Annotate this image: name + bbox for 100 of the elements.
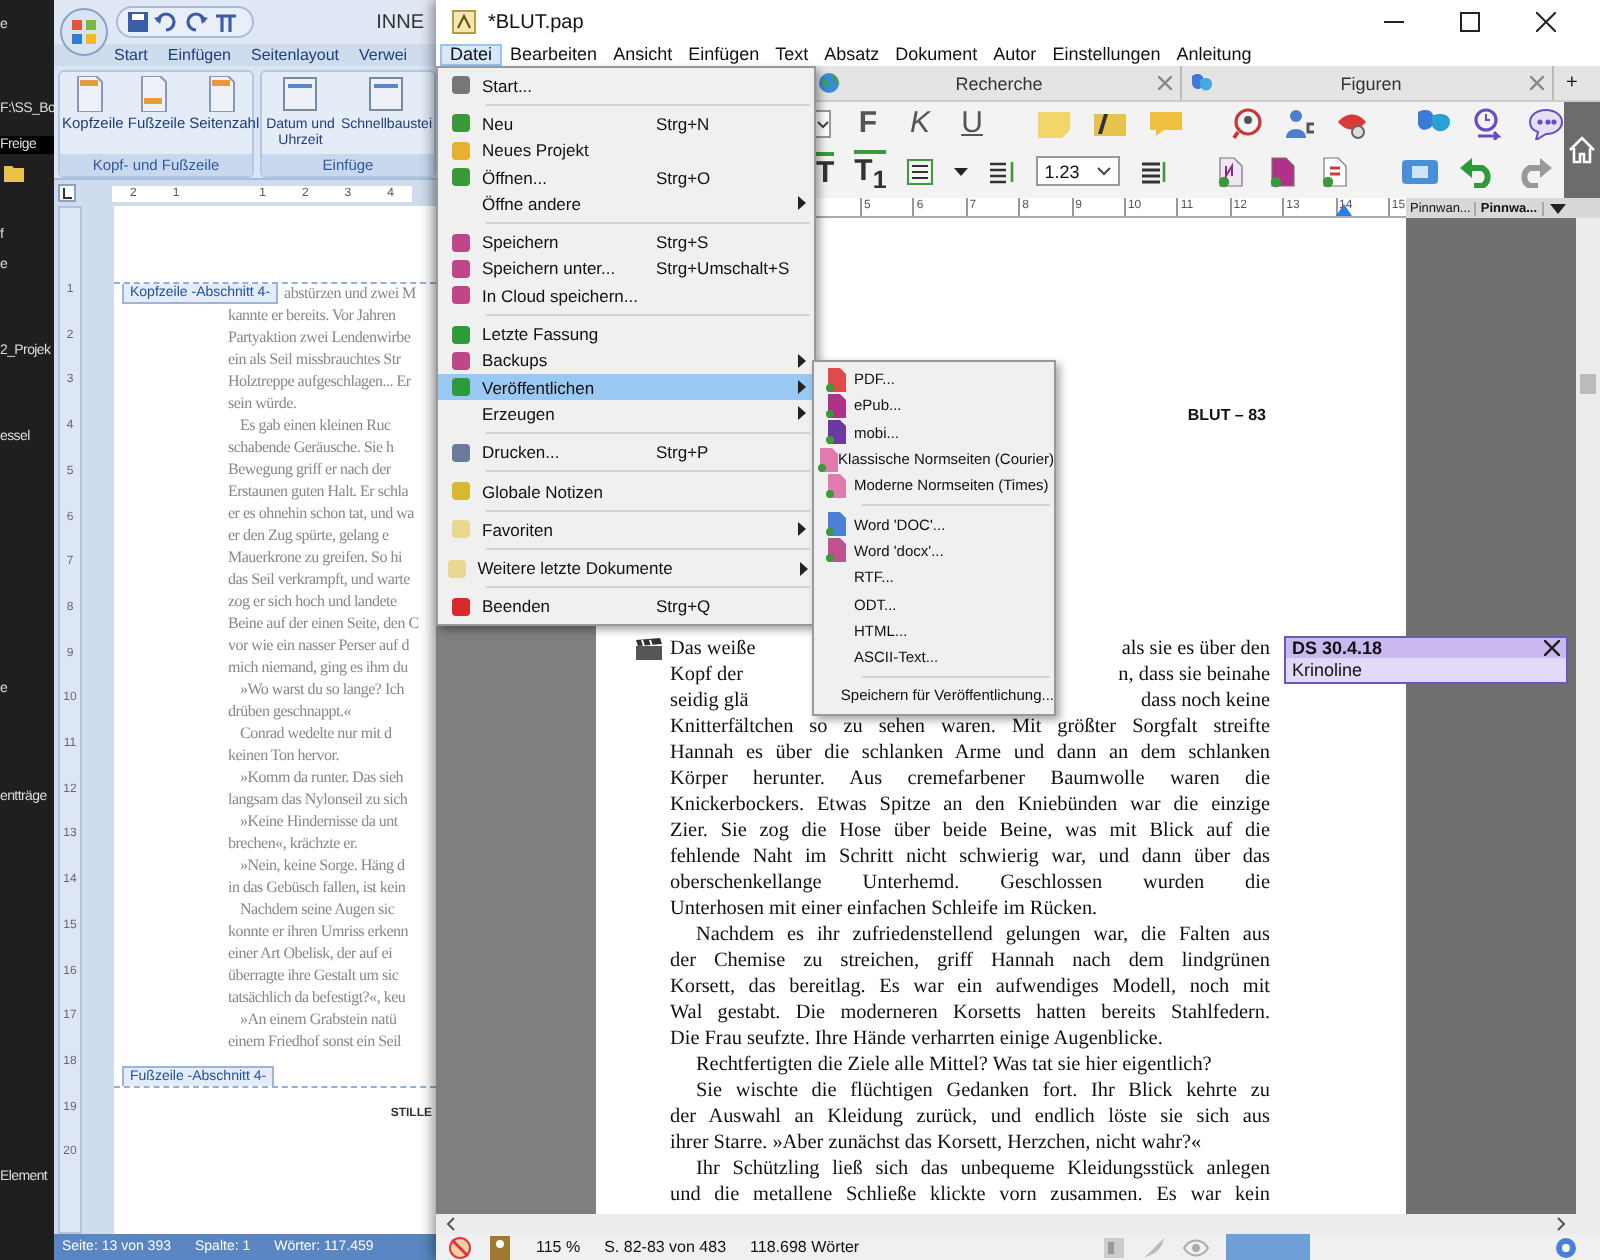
word-count: 118.698 Wörter <box>750 1238 860 1256</box>
menu-item[interactable]: Bearbeiten <box>502 44 606 66</box>
ribbon-tab[interactable]: Verwei <box>359 46 408 64</box>
window-title: INNE <box>376 11 424 33</box>
pdf-document-icon[interactable] <box>1319 155 1352 188</box>
menu-item[interactable]: Beenden Strg+Q <box>438 593 814 621</box>
vertical-scrollbar[interactable] <box>1576 218 1600 1214</box>
menu-item[interactable]: Datei <box>440 44 503 66</box>
menu-item[interactable]: Anleitung <box>1168 44 1260 66</box>
submenu-arrow-icon <box>799 561 808 576</box>
ribbon-tab[interactable]: Einfügen <box>167 46 231 64</box>
undo-icon[interactable] <box>1459 155 1496 188</box>
maximize-icon[interactable] <box>1460 12 1480 32</box>
scroll-right-icon[interactable] <box>1556 1216 1568 1232</box>
paragraph-spacing-icon[interactable] <box>1139 157 1168 186</box>
menu-item[interactable]: Drucken... Strg+P <box>438 439 814 466</box>
pi-icon[interactable] <box>214 12 242 32</box>
close-icon[interactable] <box>1536 12 1556 32</box>
caret-icon[interactable] <box>954 165 969 178</box>
menu-item[interactable]: Weitere letzte Dokumente <box>438 554 814 582</box>
document-icon[interactable] <box>1215 155 1248 188</box>
ribbon-tab[interactable]: Seitenlayout <box>251 46 340 64</box>
menu-item-icon <box>449 441 471 464</box>
redo-icon[interactable] <box>184 12 208 32</box>
redo-icon[interactable] <box>1515 155 1552 188</box>
scroll-left-icon[interactable] <box>444 1216 456 1232</box>
panel-tab[interactable]: Figuren <box>1182 66 1554 100</box>
line-spacing-dropdown[interactable]: 1.23 <box>1036 156 1120 187</box>
text-line: tatsächlich da befestigt?«, keu <box>228 986 408 1008</box>
screen-icon[interactable] <box>1399 155 1440 188</box>
menu-item-icon <box>449 323 471 346</box>
window-title: *BLUT.pap <box>488 11 584 33</box>
dropdown-arrow-icon[interactable] <box>816 109 832 138</box>
menu-item[interactable]: Globale Notizen <box>438 477 814 505</box>
text-line: abstürzen und zwei M <box>284 282 416 304</box>
format-button[interactable]: K <box>904 106 936 141</box>
text-line: Beine auf der einen Seite, den C <box>228 612 421 634</box>
menu-item[interactable]: Speichern Strg+S <box>438 228 814 256</box>
menu-item[interactable]: Neu Strg+N <box>438 110 814 138</box>
dropdown-arrow-icon[interactable] <box>1547 198 1568 218</box>
menu-item[interactable]: Einstellungen <box>1044 44 1169 66</box>
menu-item[interactable]: Favoriten <box>438 516 814 543</box>
ribbon-tab[interactable]: Start <box>114 46 148 64</box>
undo-icon[interactable] <box>154 12 178 32</box>
text-line: Knickerbockers. Etwas Spitze an den Kniebünden war die einzige <box>670 792 1270 818</box>
menu-item[interactable]: Öffnen... Strg+O <box>438 163 814 191</box>
menu-item[interactable]: Absatz <box>816 44 888 66</box>
text-line: in das Gebüsch fallen, ist kein <box>228 876 408 898</box>
document-icon[interactable] <box>1267 155 1300 188</box>
line-spacing-icon[interactable] <box>988 157 1017 186</box>
note-text: Krinoline <box>1290 658 1365 682</box>
menu-item[interactable]: Erzeugen <box>438 400 814 428</box>
format-button[interactable]: F <box>852 106 884 141</box>
person-clock-icon[interactable] <box>1472 107 1508 140</box>
menu-item[interactable]: Dokument <box>887 44 986 66</box>
text-line: »Wo warst du so lange? Ich <box>238 678 406 700</box>
text-line: Holztreppe aufgeschlagen... Er <box>228 370 413 392</box>
menu-item[interactable]: Letzte Fassung <box>438 320 814 348</box>
text-fragment: Kopf der <box>670 662 743 688</box>
horizontal-scrollbar[interactable] <box>436 1214 1600 1234</box>
home-button[interactable] <box>1564 102 1600 198</box>
format-button[interactable]: U <box>956 106 988 141</box>
text-line: und die metallene Schließe klickte vorn zusammen. Es war kein <box>670 1182 1270 1208</box>
menu-item[interactable]: Ansicht <box>605 44 681 66</box>
save-icon[interactable] <box>128 12 148 32</box>
align-icon[interactable] <box>906 157 935 186</box>
menu-item-icon <box>449 349 471 372</box>
text-line: Rechtfertigten die Ziele alle Mittel? Was tat sie hier eigentlich? <box>694 1052 1214 1078</box>
clapperboard-icon <box>636 638 662 660</box>
menu-item-icon <box>446 557 469 580</box>
text-line: Conrad wedelte nur mit d <box>238 722 394 744</box>
menu-item[interactable]: In Cloud speichern... <box>438 282 814 309</box>
text-line: »Keine Hindernisse da unt <box>238 810 400 832</box>
close-icon[interactable] <box>1544 640 1560 656</box>
menu-item[interactable]: Autor <box>985 44 1045 66</box>
menu-item[interactable]: Veröffentlichen <box>438 373 814 401</box>
text-line: sein würde. <box>228 392 299 414</box>
text-line: schabende Geräusche. Sie h <box>228 436 396 458</box>
speech-bubble-icon[interactable] <box>1528 107 1564 140</box>
add-tab-button[interactable]: + <box>1566 72 1578 94</box>
no-entry-icon[interactable] <box>448 1235 472 1259</box>
text-line: oberschenkellange Unterhemd. Geschlossen wurden die <box>670 870 1270 896</box>
document-icon <box>823 420 845 445</box>
office-button-icon[interactable] <box>60 8 108 56</box>
menu-item[interactable]: Start... <box>438 72 814 99</box>
text-fragment: seidig glä <box>670 688 749 714</box>
tab-stop-icon[interactable] <box>58 184 76 202</box>
person-icon[interactable] <box>1284 107 1316 140</box>
menu-item-icon <box>449 518 471 541</box>
search-person-icon[interactable] <box>1232 107 1264 140</box>
style-button[interactable]: T$_{1}$ <box>854 149 887 194</box>
menu-item[interactable]: Backups <box>438 347 814 374</box>
menu-item[interactable]: Speichern unter... Strg+Umschalt+S <box>438 255 814 283</box>
text-line: der Chemise zu streichen, griff Hannah nach dem lindgrünen <box>670 948 1270 974</box>
globe-icon <box>818 72 840 94</box>
menu-item[interactable]: Neues Projekt <box>438 137 814 164</box>
note-title: DS 30.4.18 <box>1292 638 1383 658</box>
menu-item[interactable]: Einfügen <box>680 44 768 66</box>
text-fragment: n, dass sie beinahe <box>1118 662 1270 688</box>
menu-item[interactable]: Text <box>767 44 817 66</box>
